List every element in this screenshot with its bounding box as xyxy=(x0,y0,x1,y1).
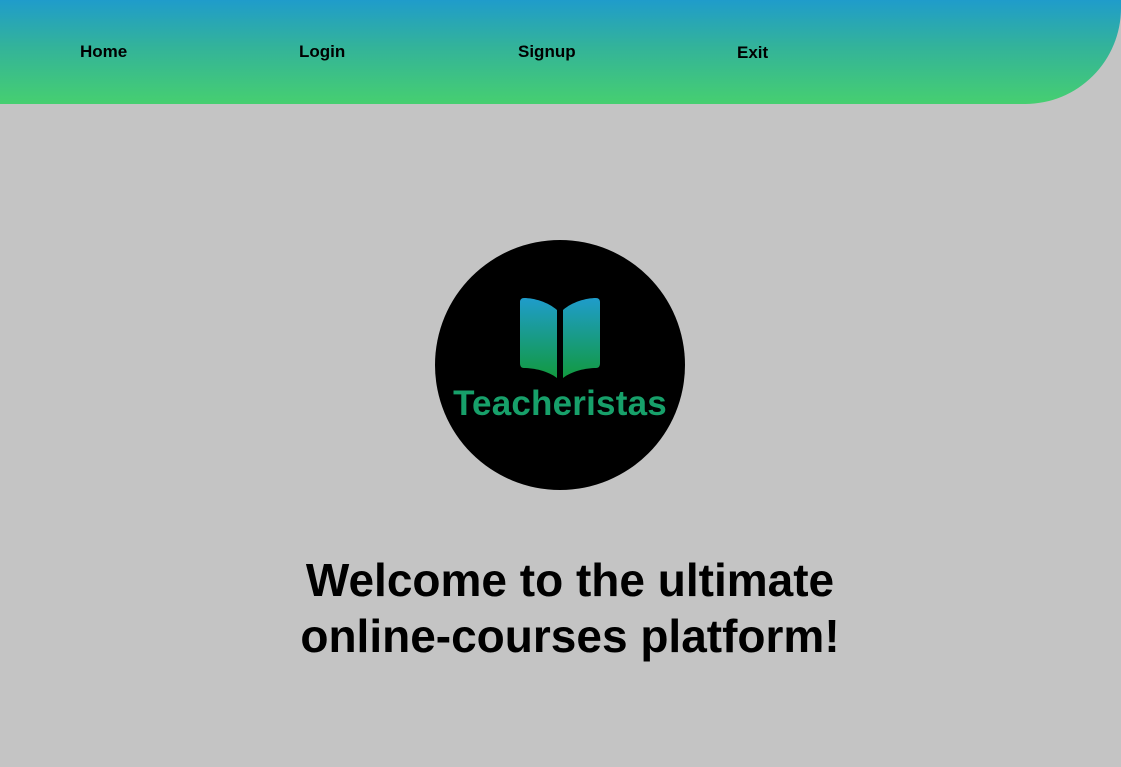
hero-headline-line-1: Welcome to the ultimate xyxy=(305,554,835,606)
nav-home-link[interactable]: Home xyxy=(80,42,127,62)
nav-login-link[interactable]: Login xyxy=(299,42,345,62)
open-book-icon xyxy=(520,298,600,378)
brand-name: Teacheristas xyxy=(453,384,667,423)
nav-signup-link[interactable]: Signup xyxy=(518,42,576,62)
top-navbar: Home Login Signup Exit xyxy=(0,0,1121,104)
nav-exit-link[interactable]: Exit xyxy=(737,43,768,63)
hero-headline: Welcome to the ultimate online-courses p… xyxy=(200,552,940,664)
hero-headline-line-2: online-courses platform! xyxy=(300,610,840,662)
